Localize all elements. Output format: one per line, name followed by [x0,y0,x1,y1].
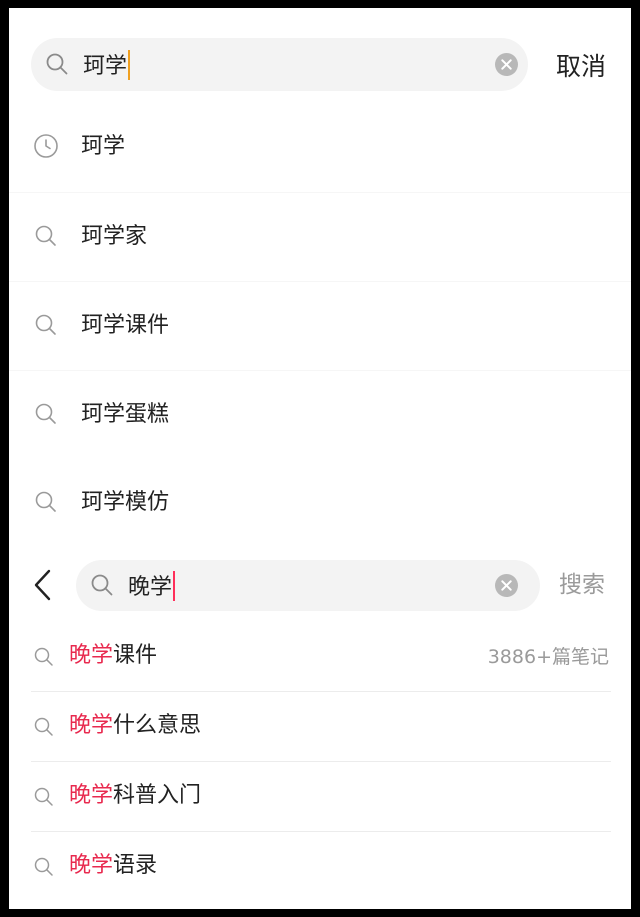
clock-icon [33,133,59,163]
highlighted-keyword: 晚学 [69,783,114,808]
search-icon [33,856,55,882]
suggestion-text: 珂学家 [81,224,148,249]
suggestion-rest: 科普入门 [113,783,202,808]
suggestion-row[interactable]: 晚学课件 3886+篇笔记 [31,621,611,692]
suggestion-row[interactable]: 珂学家 [9,192,631,282]
suggestion-rest: 语录 [113,853,158,878]
suggestion-row[interactable]: 珂学模仿 [9,459,631,548]
top-search-bar[interactable]: 珂学 [31,38,528,91]
suggestion-text: 晚学什么意思 [69,711,201,741]
search-icon [33,716,55,742]
screenshot-frame: 珂学 取消 珂学 珂学家 珂学课件 珂学蛋糕 珂学模仿 晚学 搜索 晚学课件 3… [9,8,631,909]
search-icon [33,489,59,519]
search-submit-button[interactable]: 搜索 [559,570,605,600]
search-icon [90,573,114,601]
note-count: 3886+篇笔记 [487,646,609,668]
suggestion-row[interactable]: 珂学课件 [9,281,631,371]
back-arrow-icon[interactable] [31,568,57,606]
cancel-button[interactable]: 取消 [556,52,606,82]
text-caret [173,571,176,601]
bottom-search-input[interactable]: 晚学 [128,571,176,602]
bottom-search-query: 晚学 [128,575,173,600]
top-search-input[interactable]: 珂学 [83,50,131,81]
suggestion-text: 珂学 [81,134,126,159]
bottom-search-bar[interactable]: 晚学 [76,560,540,611]
clear-icon[interactable] [494,52,519,81]
suggestion-rest: 课件 [113,643,158,668]
suggestion-text: 珂学蛋糕 [81,402,170,427]
text-caret [128,50,131,80]
search-icon [33,401,59,431]
suggestion-row[interactable]: 晚学语录 [31,831,611,901]
search-icon [33,223,59,253]
highlighted-keyword: 晚学 [69,853,114,878]
highlighted-keyword: 晚学 [69,643,114,668]
clear-icon[interactable] [494,573,519,602]
search-icon [33,786,55,812]
search-icon [45,52,69,80]
suggestion-row[interactable]: 珂学蛋糕 [9,370,631,460]
suggestion-rest: 什么意思 [113,713,202,738]
highlighted-keyword: 晚学 [69,713,114,738]
suggestion-text: 晚学科普入门 [69,781,201,811]
suggestion-text: 珂学模仿 [81,490,170,515]
suggestion-row[interactable]: 晚学什么意思 [31,691,611,762]
suggestion-text: 晚学语录 [69,851,157,881]
suggestion-row[interactable]: 珂学 [9,103,631,192]
top-search-query: 珂学 [83,54,128,79]
suggestion-row[interactable]: 晚学科普入门 [31,761,611,832]
suggestion-text: 晚学课件 [69,641,157,671]
suggestion-text: 珂学课件 [81,313,170,338]
search-icon [33,312,59,342]
search-icon [33,646,55,672]
